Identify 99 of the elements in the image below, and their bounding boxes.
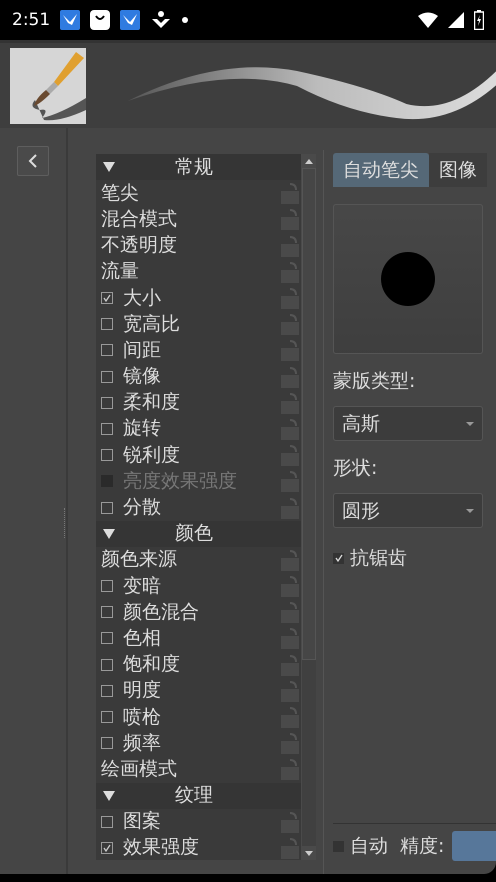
- checkbox[interactable]: [101, 606, 113, 618]
- list-item[interactable]: 饱和度: [123, 655, 281, 674]
- wifi-icon: [418, 12, 438, 28]
- checkbox-label: 自动: [350, 834, 388, 859]
- clock: 2:51: [12, 10, 50, 30]
- section-title: 纹理: [175, 786, 213, 806]
- checkbox[interactable]: [101, 292, 113, 304]
- lock-icon[interactable]: [281, 418, 299, 440]
- lock-icon[interactable]: [281, 444, 299, 466]
- diamond-icon: [150, 10, 172, 30]
- section-header[interactable]: 常规: [96, 154, 301, 180]
- checkbox[interactable]: [101, 632, 113, 644]
- checkbox[interactable]: [101, 658, 113, 671]
- lock-icon[interactable]: [281, 339, 299, 362]
- list-item[interactable]: 间距: [123, 340, 281, 360]
- list-item[interactable]: 混合模式: [101, 210, 281, 229]
- section-header[interactable]: 颜色: [96, 520, 301, 547]
- lock-icon[interactable]: [281, 758, 299, 780]
- scrollbar[interactable]: [301, 154, 316, 860]
- lock-icon[interactable]: [281, 732, 299, 754]
- lock-icon[interactable]: [281, 810, 299, 833]
- lock-icon[interactable]: [281, 313, 299, 336]
- checkbox[interactable]: [101, 370, 113, 383]
- checkbox[interactable]: [101, 422, 113, 435]
- signal-icon: [448, 12, 464, 28]
- section-header[interactable]: 纹理: [96, 782, 301, 809]
- caret-icon: [466, 508, 474, 512]
- paintbrush-icon: [10, 48, 86, 124]
- bird-icon: [120, 10, 140, 30]
- list-item[interactable]: 频率: [123, 734, 281, 753]
- checkbox-label: 抗锯齿: [350, 546, 407, 571]
- checkbox[interactable]: [101, 711, 113, 724]
- mask-type-dropdown[interactable]: 高斯: [333, 406, 483, 441]
- checkbox[interactable]: [101, 318, 113, 330]
- round-tip-drawing: [381, 252, 435, 306]
- tab[interactable]: 图像: [429, 153, 487, 187]
- lock-icon[interactable]: [281, 392, 299, 414]
- checkbox[interactable]: [101, 816, 113, 828]
- lock-icon[interactable]: [281, 548, 299, 571]
- drag-handle[interactable]: [64, 508, 68, 538]
- tab[interactable]: 自动笔尖: [333, 153, 429, 187]
- checkbox[interactable]: [101, 737, 113, 750]
- battery-icon: [474, 10, 484, 30]
- checkbox[interactable]: [101, 684, 113, 697]
- checkbox[interactable]: [101, 344, 113, 356]
- list-item[interactable]: 颜色混合: [123, 602, 281, 622]
- list-item[interactable]: 宽高比: [123, 314, 281, 334]
- list-item[interactable]: 锐利度: [123, 446, 281, 465]
- shape-dropdown[interactable]: 圆形: [333, 493, 483, 528]
- lock-icon[interactable]: [281, 496, 299, 519]
- bag-icon: [90, 10, 110, 30]
- list-item[interactable]: 笔尖: [101, 184, 281, 203]
- lock-icon[interactable]: [281, 627, 299, 650]
- checkbox[interactable]: [101, 580, 113, 592]
- list-item[interactable]: 绘画模式: [101, 760, 281, 779]
- lock-icon[interactable]: [281, 366, 299, 388]
- section-title: 常规: [175, 158, 213, 177]
- list-item[interactable]: 旋转: [123, 419, 281, 438]
- field-label: 精度:: [400, 834, 444, 859]
- field-label: 形状:: [333, 456, 378, 481]
- scroll-thumb[interactable]: [302, 168, 316, 660]
- lock-icon[interactable]: [281, 575, 299, 598]
- list-item[interactable]: 效果强度: [123, 838, 281, 858]
- scroll-up-icon[interactable]: [302, 154, 316, 168]
- list-item[interactable]: 柔和度: [123, 393, 281, 412]
- checkbox[interactable]: [101, 502, 113, 514]
- list-item[interactable]: 明度: [123, 681, 281, 700]
- list-item[interactable]: 颜色来源: [101, 550, 281, 570]
- caret-icon: [466, 422, 474, 426]
- checkbox[interactable]: [101, 449, 113, 462]
- dot-icon: [182, 17, 188, 23]
- checkbox[interactable]: [101, 396, 113, 409]
- lock-icon[interactable]: [281, 654, 299, 676]
- list-item[interactable]: 图案: [123, 812, 281, 832]
- lock-icon[interactable]: [281, 182, 299, 204]
- lock-icon[interactable]: [281, 470, 299, 492]
- lock-icon[interactable]: [281, 680, 299, 702]
- list-item[interactable]: 流量: [101, 262, 281, 282]
- lock-icon[interactable]: [281, 287, 299, 310]
- checkbox[interactable]: [101, 842, 113, 854]
- section-title: 颜色: [175, 524, 213, 544]
- lock-icon[interactable]: [281, 234, 299, 257]
- list-item[interactable]: 喷枪: [123, 708, 281, 727]
- list-item[interactable]: 不透明度: [101, 236, 281, 256]
- list-item[interactable]: 镜像: [123, 367, 281, 386]
- list-item[interactable]: 分散: [123, 498, 281, 518]
- list-item[interactable]: 大小: [123, 288, 281, 308]
- lock-icon[interactable]: [281, 260, 299, 283]
- back-button[interactable]: [17, 146, 49, 176]
- list-item[interactable]: 色相: [123, 628, 281, 648]
- chevron-left-icon: [28, 154, 38, 168]
- field-label: 蒙版类型:: [333, 369, 416, 394]
- checkbox[interactable]: [333, 552, 344, 564]
- lock-icon[interactable]: [281, 208, 299, 230]
- lock-icon[interactable]: [281, 601, 299, 624]
- bird-icon: [60, 10, 80, 30]
- scroll-down-icon[interactable]: [302, 846, 316, 860]
- lock-icon[interactable]: [281, 706, 299, 728]
- list-item[interactable]: 变暗: [123, 576, 281, 596]
